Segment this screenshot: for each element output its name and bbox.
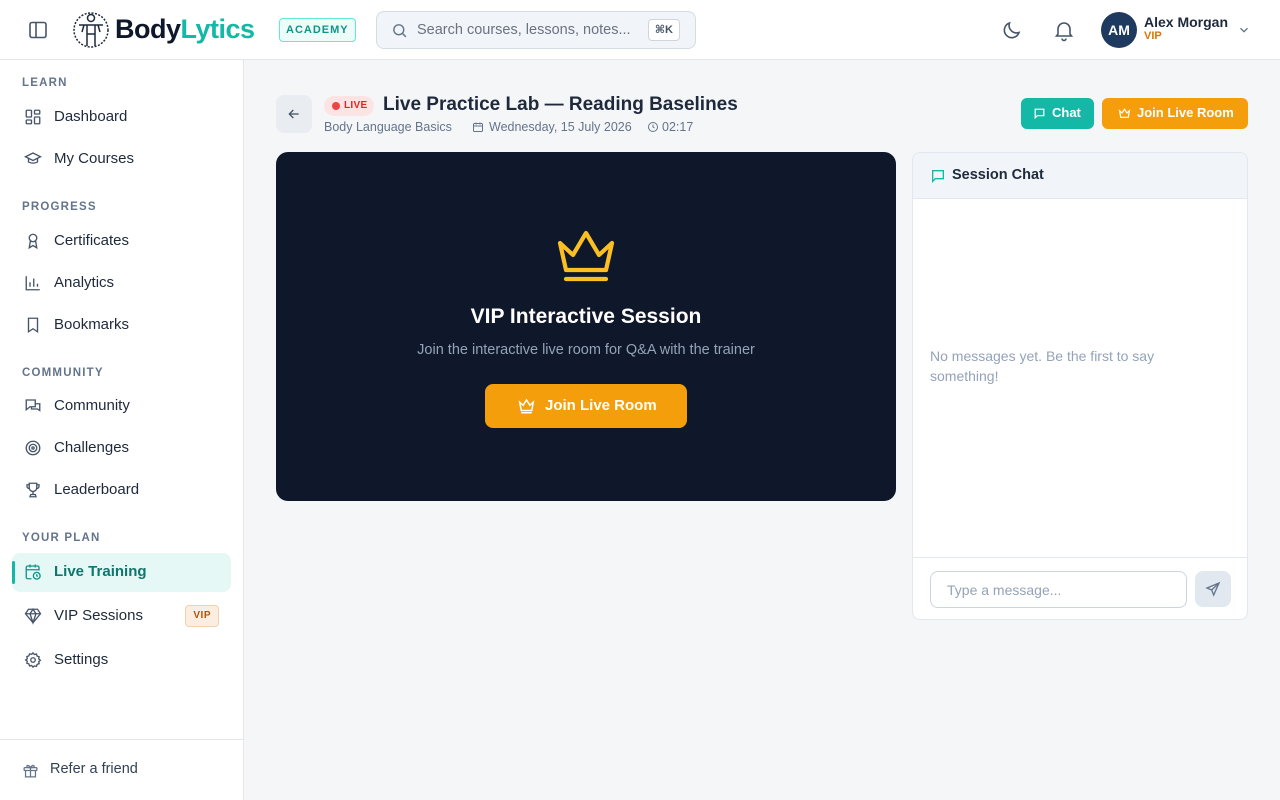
search-input[interactable] xyxy=(417,20,643,40)
sidebar-item-certificates[interactable]: Certificates xyxy=(12,222,231,261)
sidebar-item-label: Certificates xyxy=(54,232,130,249)
sidebar-item-label: My Courses xyxy=(54,150,135,167)
calendar-clock-icon xyxy=(24,563,42,581)
sidebar-item-dashboard[interactable]: Dashboard xyxy=(12,98,231,137)
session-time: 02:17 xyxy=(662,120,694,134)
award-icon xyxy=(24,232,42,250)
sidebar-toggle-icon[interactable] xyxy=(26,18,50,42)
message-icon xyxy=(932,170,944,183)
back-button[interactable] xyxy=(276,95,312,133)
section-title-community: COMMUNITY xyxy=(22,367,104,379)
bar-chart-icon xyxy=(24,274,42,292)
stage-subtitle: Join the interactive live room for Q&A w… xyxy=(417,342,755,358)
target-icon xyxy=(24,439,42,457)
gift-icon xyxy=(22,762,39,779)
search-shortcut-badge: ⌘K xyxy=(647,19,680,41)
logo-icon xyxy=(72,10,110,50)
sidebar-item-label: Live Training xyxy=(54,563,147,580)
sidebar: LEARN Dashboard My Courses PROGRESS Cert… xyxy=(0,60,244,800)
refer-friend-label: Refer a friend xyxy=(50,761,138,777)
calendar-icon xyxy=(472,121,484,133)
sidebar-item-bookmarks[interactable]: Bookmarks xyxy=(12,306,231,345)
message-icon xyxy=(1034,108,1045,120)
sidebar-item-label: Analytics xyxy=(54,274,115,291)
stage-title: VIP Interactive Session xyxy=(470,305,702,328)
academy-badge: ACADEMY xyxy=(279,18,356,42)
join-main-button-label: Join Live Room xyxy=(545,397,657,414)
crown-icon xyxy=(518,398,535,414)
section-title-learn: LEARN xyxy=(22,77,68,89)
graduation-cap-icon xyxy=(24,150,42,168)
refer-friend-link[interactable]: Refer a friend xyxy=(0,739,243,800)
join-live-room-main-button[interactable]: Join Live Room xyxy=(485,384,687,428)
chat-empty-state: No messages yet. Be the first to say som… xyxy=(930,348,1155,384)
chat-message-input[interactable] xyxy=(930,571,1187,608)
sidebar-item-label: Challenges xyxy=(54,439,130,456)
sidebar-item-label: Bookmarks xyxy=(54,316,130,333)
sidebar-item-my-courses[interactable]: My Courses xyxy=(12,140,231,179)
search-bar[interactable]: ⌘K xyxy=(376,11,696,49)
chat-button[interactable]: Chat xyxy=(1021,98,1094,129)
live-dot-icon xyxy=(332,102,340,110)
brand-logo-text[interactable]: BodyLytics xyxy=(115,13,255,45)
session-stage: VIP Interactive Session Join the interac… xyxy=(276,152,896,501)
sidebar-item-label: Settings xyxy=(54,651,109,668)
session-chat-panel: Session Chat No messages yet. Be the fir… xyxy=(912,152,1248,620)
sidebar-item-live-training[interactable]: Live Training xyxy=(12,553,231,592)
chat-header: Session Chat xyxy=(913,153,1247,199)
section-title-your-plan: YOUR PLAN xyxy=(22,532,101,544)
page-title: Live Practice Lab — Reading Baselines xyxy=(383,94,738,115)
moon-icon[interactable] xyxy=(1000,18,1024,42)
dashboard-icon xyxy=(24,108,42,126)
chat-button-label: Chat xyxy=(1052,105,1081,120)
join-live-room-button[interactable]: Join Live Room xyxy=(1102,98,1248,129)
avatar[interactable]: AM xyxy=(1101,12,1137,48)
sidebar-item-label: Dashboard xyxy=(54,108,128,125)
gem-icon xyxy=(24,607,42,625)
gear-icon xyxy=(24,651,42,669)
course-name: Body Language Basics xyxy=(324,120,452,134)
live-badge: LIVE xyxy=(324,96,375,116)
sidebar-item-analytics[interactable]: Analytics xyxy=(12,264,231,303)
sidebar-item-label: Leaderboard xyxy=(54,481,140,498)
sidebar-item-settings[interactable]: Settings xyxy=(12,641,231,680)
sidebar-item-label: VIP Sessions xyxy=(54,607,143,624)
chat-composer xyxy=(913,557,1247,619)
join-button-label: Join Live Room xyxy=(1137,105,1234,120)
sidebar-item-leaderboard[interactable]: Leaderboard xyxy=(12,471,231,510)
session-date: Wednesday, 15 July 2026 xyxy=(489,120,632,134)
bell-icon[interactable] xyxy=(1052,18,1076,42)
section-title-progress: PROGRESS xyxy=(22,201,97,213)
brand-name-part1: Body xyxy=(115,14,181,44)
crown-icon xyxy=(555,228,617,284)
send-icon xyxy=(1205,581,1221,597)
crown-icon xyxy=(1118,108,1131,118)
sidebar-item-vip-sessions[interactable]: VIP Sessions VIP xyxy=(12,597,231,636)
vip-tag: VIP xyxy=(185,605,219,627)
sidebar-item-community[interactable]: Community xyxy=(12,387,231,426)
user-tier: VIP xyxy=(1144,30,1162,42)
send-button[interactable] xyxy=(1195,571,1231,607)
sidebar-item-challenges[interactable]: Challenges xyxy=(12,429,231,468)
chat-bubbles-icon xyxy=(24,397,42,415)
trophy-icon xyxy=(24,481,42,499)
user-name: Alex Morgan xyxy=(1144,14,1229,30)
bookmark-icon xyxy=(24,316,42,334)
clock-icon xyxy=(647,121,659,133)
chat-title: Session Chat xyxy=(952,167,1044,183)
sidebar-item-label: Community xyxy=(54,397,130,414)
brand-name-part2: Lytics xyxy=(180,14,256,44)
live-badge-label: LIVE xyxy=(344,100,368,111)
top-header: BodyLytics ACADEMY ⌘K AM Alex Morgan VIP xyxy=(0,0,1280,60)
chevron-down-icon[interactable] xyxy=(1237,23,1251,37)
arrow-left-icon xyxy=(288,109,299,119)
search-icon xyxy=(391,22,408,39)
